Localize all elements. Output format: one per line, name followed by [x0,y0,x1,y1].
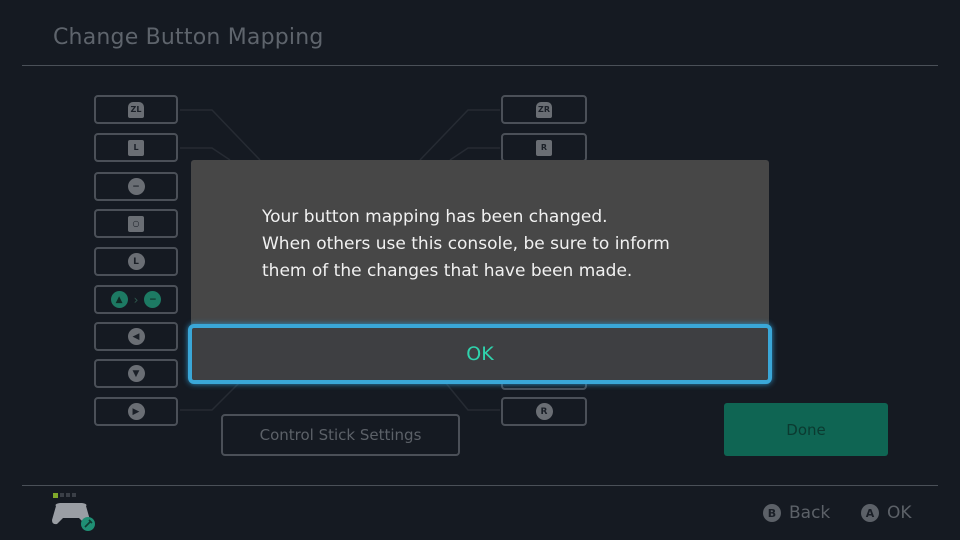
key-up-remapped[interactable]: ▲ › − [94,285,178,314]
key-r[interactable]: R [501,133,587,162]
dialog-message-line: Your button mapping has been changed. [262,207,608,227]
capture-button-icon: ○ [128,215,144,232]
left-stick-press-icon: L [127,253,145,270]
key-down[interactable]: ▼ [94,359,178,388]
minus-button-icon: − [144,291,162,308]
dialog-message-line: When others use this console, be sure to… [262,234,670,254]
b-button-icon: B [763,504,781,522]
zl-trigger-icon: ZL [128,101,144,118]
back-hint-label: Back [789,503,831,523]
controller-icon [52,493,95,531]
footer-divider [22,485,938,486]
l-bumper-icon: L [128,139,144,156]
left-button-icon: ◀ [127,328,145,345]
key-left-stick[interactable]: L [94,247,178,276]
right-button-icon: ▶ [127,403,145,420]
key-left[interactable]: ◀ [94,322,178,351]
right-stick-press-icon: R [535,403,553,420]
key-right[interactable]: ▶ [94,397,178,426]
player-1-led-icon [53,493,58,498]
key-l[interactable]: L [94,133,178,162]
remap-arrow-icon: › [133,292,139,307]
key-zl[interactable]: ZL [94,95,178,124]
a-button-icon: A [861,504,879,522]
r-bumper-icon: R [536,139,552,156]
back-hint[interactable]: B Back [763,503,830,523]
ok-hint-label: OK [887,503,912,523]
zr-trigger-icon: ZR [536,101,552,118]
up-button-icon: ▲ [110,291,128,308]
key-capture[interactable]: ○ [94,209,178,238]
done-button[interactable]: Done [724,403,888,456]
control-stick-settings-button[interactable]: Control Stick Settings [221,414,460,456]
key-right-stick[interactable]: R [501,397,587,426]
key-minus[interactable]: − [94,172,178,201]
ok-hint[interactable]: A OK [861,503,912,523]
minus-button-icon: − [127,178,145,195]
dialog-message-line: them of the changes that have been made. [262,261,633,281]
dialog-ok-button[interactable]: OK [188,324,772,384]
key-zr[interactable]: ZR [501,95,587,124]
down-button-icon: ▼ [127,365,145,382]
dialog-message: Your button mapping has been changed. Wh… [262,204,670,285]
